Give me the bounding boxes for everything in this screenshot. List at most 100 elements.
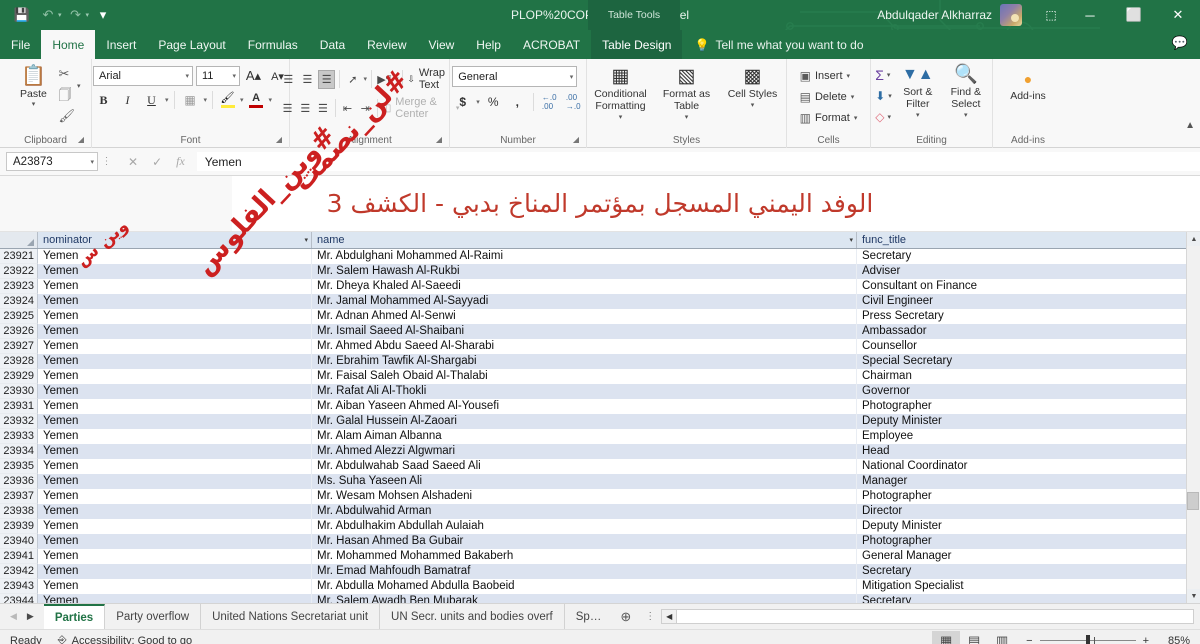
name-box-chevron-down-icon[interactable]: ▾ <box>90 158 94 166</box>
table-row[interactable]: 23943 Yemen Mr. Abdulla Mohamed Abdulla Ba… <box>0 579 1200 594</box>
cell-func-title[interactable]: Photographer <box>857 534 1200 549</box>
cell-styles-button[interactable]: ▩ Cell Styles ▾ <box>722 64 784 112</box>
table-row[interactable]: 23928 Yemen Mr. Ebrahim Tawfik Al-Shargabi… <box>0 354 1200 369</box>
minimize-icon[interactable]: ─ <box>1068 0 1112 30</box>
row-header[interactable]: 23933 <box>0 429 38 444</box>
row-header[interactable]: 23921 <box>0 249 38 264</box>
text-direction-chevron-down-icon[interactable]: ▾ <box>395 75 399 83</box>
table-row[interactable]: 23936 Yemen Ms. Suha Yaseen Ali Manager <box>0 474 1200 489</box>
copy-icon[interactable]: 🗍 <box>58 87 75 103</box>
cell-func-title[interactable]: Director <box>857 504 1200 519</box>
row-header[interactable]: 23929 <box>0 369 38 384</box>
cell-name[interactable]: Mr. Salem Awadh Ben Mubarak <box>312 594 857 603</box>
cell-func-title[interactable]: Photographer <box>857 489 1200 504</box>
delete-cells-button[interactable]: ▤ Delete ▾ <box>800 86 858 107</box>
save-icon[interactable]: 💾 <box>10 4 34 26</box>
cell-nominator[interactable]: Yemen <box>38 429 312 444</box>
cell-name[interactable]: Mr. Emad Mahfoudh Bamatraf <box>312 564 857 579</box>
sheet-tab-party-overflow[interactable]: Party overflow <box>105 604 202 629</box>
redo-chevron-down-icon[interactable]: ▾ <box>86 11 90 19</box>
accessibility-status[interactable]: ⎆ Accessibility: Good to go <box>58 634 192 644</box>
font-size-combo[interactable]: 11 ▾ <box>196 66 240 86</box>
cell-name[interactable]: Mr. Hasan Ahmed Ba Gubair <box>312 534 857 549</box>
restore-icon[interactable]: ⬜ <box>1112 0 1156 30</box>
horizontal-scrollbar[interactable]: ◀ <box>661 604 1200 629</box>
scroll-left-icon[interactable]: ◀ <box>661 609 678 624</box>
table-row[interactable]: 23941 Yemen Mr. Mohammed Mohammed Bakaberh… <box>0 549 1200 564</box>
cell-nominator[interactable]: Yemen <box>38 399 312 414</box>
cell-func-title[interactable]: Governor <box>857 384 1200 399</box>
row-header[interactable]: 23942 <box>0 564 38 579</box>
row-header[interactable]: 23930 <box>0 384 38 399</box>
undo-chevron-down-icon[interactable]: ▾ <box>58 11 62 19</box>
cell-name[interactable]: Mr. Abdulhakim Abdullah Aulaiah <box>312 519 857 534</box>
bold-button[interactable]: B <box>93 90 114 110</box>
next-sheet-icon[interactable]: ▶ <box>27 611 34 622</box>
horizontal-scroll-track[interactable] <box>677 609 1194 624</box>
font-dialog-launcher-icon[interactable]: ◢ <box>276 132 282 147</box>
quick-access-toolbar[interactable]: 💾 ↶ ▾ ↷ ▾ ▾ <box>0 4 115 26</box>
redo-icon[interactable]: ↷ <box>64 4 88 26</box>
merge-center-button[interactable]: ◫ Merge & Center ▾ <box>382 96 460 120</box>
addins-button[interactable]: ● Add-ins <box>999 62 1057 102</box>
row-header[interactable]: 23936 <box>0 474 38 489</box>
name-box[interactable]: A23873 ▾ <box>6 152 98 171</box>
percent-button[interactable]: % <box>483 92 504 112</box>
tab-formulas[interactable]: Formulas <box>237 30 309 59</box>
cell-nominator[interactable]: Yemen <box>38 564 312 579</box>
vertical-scrollbar[interactable]: ▲ ▼ <box>1186 232 1200 603</box>
row-header[interactable]: 23939 <box>0 519 38 534</box>
filter-dropdown-icon[interactable]: ▾ <box>304 236 308 244</box>
customize-quick-access-icon[interactable]: ▾ <box>91 4 115 26</box>
select-all-corner[interactable] <box>0 232 38 248</box>
filter-dropdown-icon[interactable]: ▾ <box>849 236 853 244</box>
find-select-chevron-down-icon[interactable]: ▾ <box>964 110 968 122</box>
cell-func-title[interactable]: General Manager <box>857 549 1200 564</box>
cut-icon[interactable]: ✂ <box>58 66 75 82</box>
borders-chevron-down-icon[interactable]: ▾ <box>204 96 208 104</box>
row-header[interactable]: 23931 <box>0 399 38 414</box>
cell-nominator[interactable]: Yemen <box>38 504 312 519</box>
fill-icon[interactable]: ⬇ <box>875 89 885 103</box>
tab-table-design[interactable]: Table Design <box>591 30 683 59</box>
page-layout-view-icon[interactable]: ▤ <box>960 631 988 644</box>
cell-nominator[interactable]: Yemen <box>38 579 312 594</box>
cell-nominator[interactable]: Yemen <box>38 354 312 369</box>
add-sheet-icon[interactable]: ⊕ <box>612 604 639 629</box>
cell-nominator[interactable]: Yemen <box>38 489 312 504</box>
clear-icon[interactable]: ◇ <box>875 110 884 124</box>
cell-name[interactable]: Mr. Abdulla Mohamed Abdulla Baobeid <box>312 579 857 594</box>
tab-home[interactable]: Home <box>41 30 96 59</box>
table-row[interactable]: 23930 Yemen Mr. Rafat Ali Al-Thokli Governo… <box>0 384 1200 399</box>
italic-button[interactable]: I <box>117 90 138 110</box>
cell-func-title[interactable]: Adviser <box>857 264 1200 279</box>
cell-name[interactable]: Mr. Dheya Khaled Al-Saeedi <box>312 279 857 294</box>
cell-nominator[interactable]: Yemen <box>38 309 312 324</box>
cell-nominator[interactable]: Yemen <box>38 519 312 534</box>
formula-input[interactable]: Yemen <box>196 152 1200 171</box>
column-header-func-title[interactable]: func_title <box>857 232 1200 248</box>
orientation-chevron-down-icon[interactable]: ▾ <box>363 75 367 83</box>
insert-cells-button[interactable]: ▣ Insert ▾ <box>800 65 858 86</box>
clear-chevron-down-icon[interactable]: ▾ <box>887 113 891 121</box>
cell-func-title[interactable]: Consultant on Finance <box>857 279 1200 294</box>
zoom-level-label[interactable]: 85% <box>1156 635 1190 644</box>
align-left-icon[interactable]: ☰ <box>280 99 296 118</box>
row-header[interactable]: 23923 <box>0 279 38 294</box>
align-right-icon[interactable]: ☰ <box>315 99 331 118</box>
zoom-in-button[interactable]: + <box>1143 635 1149 644</box>
cell-nominator[interactable]: Yemen <box>38 474 312 489</box>
tab-review[interactable]: Review <box>356 30 417 59</box>
cell-func-title[interactable]: Chairman <box>857 369 1200 384</box>
align-center-icon[interactable]: ☰ <box>297 99 313 118</box>
row-header[interactable]: 23937 <box>0 489 38 504</box>
table-row[interactable]: 23929 Yemen Mr. Faisal Saleh Obaid Al-Thal… <box>0 369 1200 384</box>
confirm-entry-icon[interactable]: ✓ <box>152 155 162 169</box>
clipboard-chevron-down-icon[interactable]: ▾ <box>77 82 81 90</box>
previous-sheet-icon[interactable]: ◀ <box>10 611 17 622</box>
table-row[interactable]: 23935 Yemen Mr. Abdulwahab Saad Saeed Ali N… <box>0 459 1200 474</box>
font-color-button[interactable]: A <box>247 92 266 108</box>
cell-name[interactable]: Mr. Wesam Mohsen Alshadeni <box>312 489 857 504</box>
table-row[interactable]: 23924 Yemen Mr. Jamal Mohammed Al-Sayyadi C… <box>0 294 1200 309</box>
cell-name[interactable]: Mr. Aiban Yaseen Ahmed Al-Yousefi <box>312 399 857 414</box>
